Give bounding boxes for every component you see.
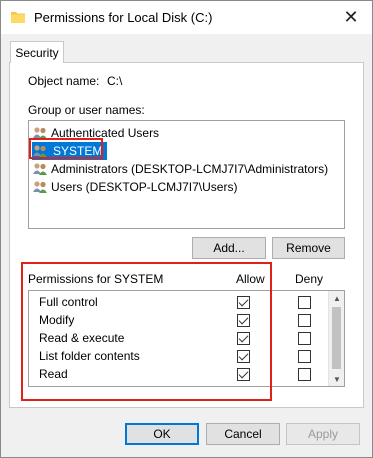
permission-name: List folder contents bbox=[39, 349, 140, 363]
deny-checkbox[interactable] bbox=[298, 296, 311, 309]
list-item-label: Users (DESKTOP-LCMJ7I7\Users) bbox=[51, 180, 238, 194]
allow-checkbox[interactable] bbox=[237, 314, 250, 327]
scroll-up-icon[interactable]: ▲ bbox=[329, 291, 344, 305]
users-group-icon bbox=[33, 163, 47, 175]
scroll-down-icon[interactable]: ▼ bbox=[329, 372, 344, 386]
allow-checkbox[interactable] bbox=[237, 332, 250, 345]
list-item[interactable]: Authenticated Users bbox=[32, 124, 342, 142]
list-item[interactable]: Administrators (DESKTOP-LCMJ7I7\Administ… bbox=[32, 160, 342, 178]
title-bar: Permissions for Local Disk (C:) ✕ bbox=[1, 1, 372, 34]
allow-checkbox[interactable] bbox=[237, 296, 250, 309]
object-name-label: Object name: bbox=[28, 74, 100, 88]
cancel-button[interactable]: Cancel bbox=[206, 423, 280, 445]
permissions-list[interactable]: Full control Modify Read & execute List … bbox=[28, 290, 345, 387]
add-button-label: Add... bbox=[213, 241, 245, 255]
permissions-header: Permissions for SYSTEM bbox=[28, 272, 164, 286]
permission-name: Modify bbox=[39, 313, 75, 327]
list-item[interactable]: Users (DESKTOP-LCMJ7I7\Users) bbox=[32, 178, 342, 196]
users-group-icon bbox=[33, 181, 47, 193]
deny-checkbox[interactable] bbox=[298, 332, 311, 345]
add-button[interactable]: Add... bbox=[192, 237, 266, 259]
allow-checkbox[interactable] bbox=[237, 386, 250, 387]
permission-name: Read bbox=[39, 367, 68, 381]
ok-button-label: OK bbox=[153, 427, 171, 441]
table-row: Read & execute bbox=[29, 329, 329, 347]
permissions-dialog: Permissions for Local Disk (C:) ✕ Securi… bbox=[0, 0, 373, 458]
apply-button[interactable]: Apply bbox=[286, 423, 360, 445]
deny-checkbox[interactable] bbox=[298, 368, 311, 381]
permission-name: Read & execute bbox=[39, 331, 125, 345]
user-listbox[interactable]: Authenticated Users SYSTEM Administrator… bbox=[28, 120, 345, 229]
list-item-label: Administrators (DESKTOP-LCMJ7I7\Administ… bbox=[51, 162, 329, 176]
table-row: List folder contents bbox=[29, 347, 329, 365]
users-group-icon bbox=[33, 127, 47, 139]
list-item-label: Authenticated Users bbox=[51, 126, 160, 140]
window-title: Permissions for Local Disk (C:) bbox=[34, 10, 213, 25]
ok-button[interactable]: OK bbox=[125, 423, 199, 445]
table-row: Modify bbox=[29, 311, 329, 329]
scroll-thumb[interactable] bbox=[332, 307, 341, 369]
object-name-value: C:\ bbox=[107, 74, 123, 88]
allow-header: Allow bbox=[236, 272, 265, 286]
close-button[interactable]: ✕ bbox=[330, 1, 372, 34]
allow-checkbox[interactable] bbox=[237, 368, 250, 381]
deny-checkbox[interactable] bbox=[298, 350, 311, 363]
remove-button-label: Remove bbox=[286, 241, 331, 255]
apply-button-label: Apply bbox=[307, 427, 339, 441]
allow-checkbox[interactable] bbox=[237, 350, 250, 363]
deny-checkbox[interactable] bbox=[298, 314, 311, 327]
deny-checkbox[interactable] bbox=[298, 386, 311, 387]
list-item-label: SYSTEM bbox=[53, 144, 103, 158]
permission-name: Full control bbox=[39, 295, 98, 309]
table-row: Read bbox=[29, 365, 329, 383]
group-names-label: Group or user names: bbox=[28, 103, 145, 117]
list-item[interactable]: SYSTEM bbox=[32, 142, 107, 160]
tab-security[interactable]: Security bbox=[10, 41, 64, 63]
permissions-scrollbar[interactable]: ▲ ▼ bbox=[328, 291, 344, 386]
folder-icon bbox=[11, 12, 25, 23]
close-icon: ✕ bbox=[343, 7, 359, 27]
deny-header: Deny bbox=[295, 272, 324, 286]
remove-button[interactable]: Remove bbox=[272, 237, 345, 259]
table-row bbox=[29, 383, 329, 387]
table-row: Full control bbox=[29, 293, 329, 311]
cancel-button-label: Cancel bbox=[224, 427, 262, 441]
users-group-icon bbox=[33, 145, 47, 157]
